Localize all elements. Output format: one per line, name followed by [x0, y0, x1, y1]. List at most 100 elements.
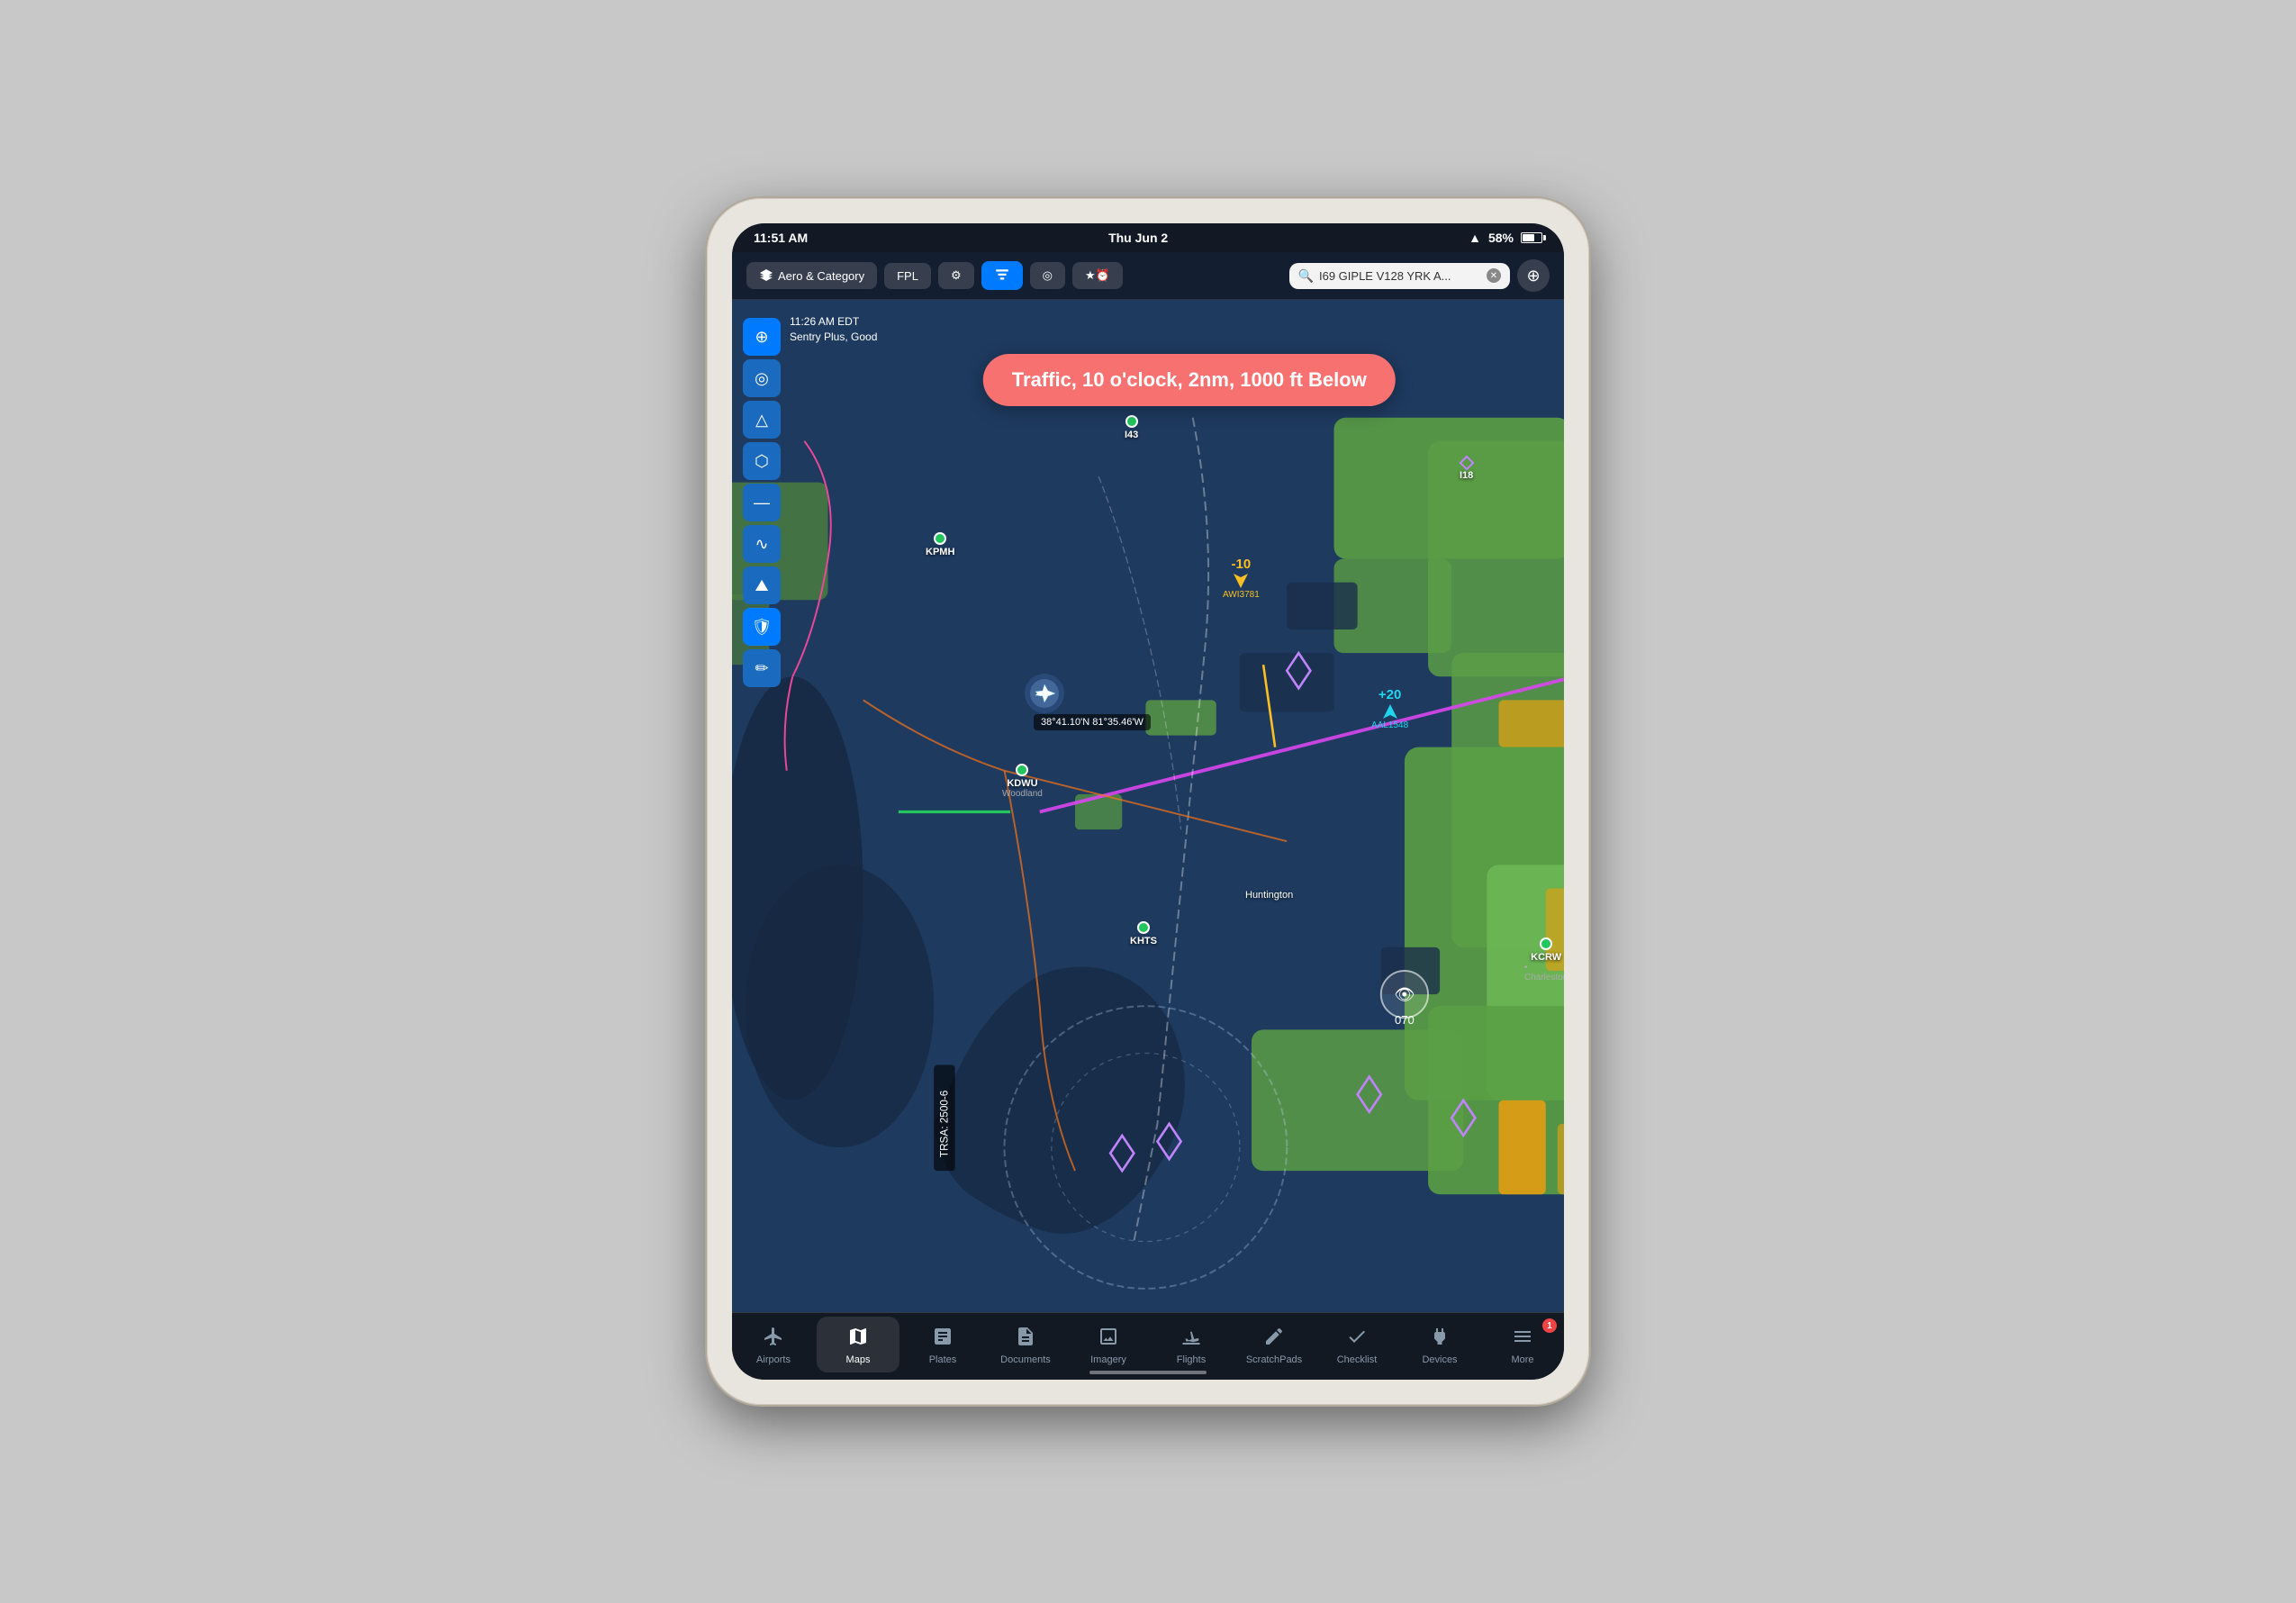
toolbar: Aero & Category FPL ⚙ ◎ ★⏰ 🔍 ✕ — [732, 252, 1564, 300]
more-label: More — [1511, 1354, 1533, 1365]
star-clock-icon: ★⏰ — [1085, 268, 1110, 283]
airports-icon — [763, 1326, 784, 1351]
map-time: 11:26 AM EDT — [790, 314, 877, 330]
settings-button[interactable]: ⚙ — [938, 262, 974, 289]
compass-icon: ⊕ — [1526, 267, 1540, 285]
plates-label: Plates — [929, 1354, 957, 1365]
airport-khts[interactable]: KHTS — [1130, 921, 1157, 946]
tab-checklist[interactable]: Checklist — [1315, 1313, 1398, 1376]
aal1548-alt: +20 — [1371, 687, 1408, 702]
time-button[interactable]: ◎ — [1030, 262, 1065, 289]
favorites-button[interactable]: ★⏰ — [1072, 262, 1123, 289]
imagery-label: Imagery — [1090, 1354, 1126, 1365]
airports-label: Airports — [756, 1354, 791, 1365]
airport-dot-kpmh — [934, 532, 946, 545]
airport-label-kpmh: KPMH — [926, 547, 954, 557]
kdwu-sub: Woodland — [1002, 789, 1043, 799]
airport-label-i43: I43 — [1125, 430, 1138, 440]
tab-more[interactable]: 1 More — [1481, 1313, 1564, 1376]
user-aircraft[interactable] — [1020, 669, 1069, 718]
more-badge: 1 — [1542, 1318, 1557, 1333]
left-sidebar: ⊕ ◎ △ ⬡ — ∿ ⛰ 🛡 ✏ — [743, 318, 781, 687]
tool-pen[interactable]: ✏ — [743, 649, 781, 687]
home-indicator — [1089, 1371, 1207, 1374]
scratchpads-label: ScratchPads — [1246, 1354, 1302, 1365]
airport-label-i18: I18 — [1460, 470, 1473, 481]
traffic-alert-banner: Traffic, 10 o'clock, 2nm, 1000 ft Below — [983, 354, 1396, 406]
kcrw-sub: • Charleston — [1524, 963, 1564, 983]
checklist-label: Checklist — [1337, 1354, 1378, 1365]
airport-kcrw[interactable]: KCRW • Charleston — [1524, 937, 1564, 983]
tab-devices[interactable]: Devices — [1398, 1313, 1481, 1376]
tab-flights[interactable]: Flights — [1150, 1313, 1233, 1376]
search-clear-button[interactable]: ✕ — [1487, 268, 1501, 283]
tool-polygon[interactable]: ⬡ — [743, 442, 781, 480]
search-bar[interactable]: 🔍 ✕ — [1289, 263, 1510, 289]
airport-i18[interactable]: I18 — [1460, 457, 1473, 481]
filter-button[interactable] — [981, 261, 1023, 290]
fpl-button[interactable]: FPL — [884, 263, 931, 289]
flights-icon — [1180, 1326, 1202, 1351]
location-icon: ▲ — [1469, 231, 1481, 245]
status-time: 11:51 AM — [754, 231, 808, 245]
tool-compass[interactable]: ◎ — [743, 359, 781, 397]
tool-dash[interactable]: — — [743, 484, 781, 521]
tool-target[interactable]: ⊕ — [743, 318, 781, 356]
battery-icon — [1521, 232, 1542, 243]
tool-wave[interactable]: ∿ — [743, 525, 781, 563]
tab-plates[interactable]: Plates — [901, 1313, 984, 1376]
status-bar: 11:51 AM Thu Jun 2 ▲ 58% — [732, 223, 1564, 252]
aal1548-callsign: AAL1548 — [1371, 720, 1408, 730]
tab-maps[interactable]: Maps — [817, 1317, 899, 1372]
layers-button[interactable]: Aero & Category — [746, 262, 877, 289]
tab-imagery[interactable]: Imagery — [1067, 1313, 1150, 1376]
tab-documents[interactable]: Documents — [984, 1313, 1067, 1376]
checklist-icon — [1346, 1326, 1368, 1351]
status-date: Thu Jun 2 — [1108, 231, 1168, 245]
awi3781-alt: -10 — [1223, 557, 1260, 572]
maps-label: Maps — [846, 1354, 871, 1365]
airport-dot-i43 — [1125, 415, 1138, 428]
huntington-label: Huntington — [1245, 890, 1293, 901]
airport-kpmh[interactable]: KPMH — [926, 532, 954, 557]
maps-icon — [847, 1326, 869, 1351]
airport-dot-khts — [1137, 921, 1150, 934]
awi3781-callsign: AWI3781 — [1223, 590, 1260, 600]
tab-scratchpads[interactable]: ScratchPads — [1233, 1313, 1315, 1376]
airport-i43[interactable]: I43 — [1125, 415, 1138, 440]
airport-dot-i18 — [1459, 456, 1474, 471]
status-right: ▲ 58% — [1469, 231, 1542, 245]
compass-button[interactable]: ⊕ — [1517, 259, 1550, 292]
airport-label-khts: KHTS — [1130, 936, 1157, 946]
tool-mountain[interactable]: ⛰ — [743, 566, 781, 604]
flights-label: Flights — [1177, 1354, 1206, 1365]
airport-kdwu[interactable]: KDWU Woodland — [1002, 764, 1043, 799]
devices-label: Devices — [1422, 1354, 1457, 1365]
plates-icon — [932, 1326, 954, 1351]
documents-label: Documents — [1000, 1354, 1051, 1365]
tool-triangle[interactable]: △ — [743, 401, 781, 439]
search-input[interactable] — [1319, 269, 1481, 283]
map-info: 11:26 AM EDT Sentry Plus, Good — [790, 314, 877, 345]
clock-icon: ◎ — [1043, 268, 1053, 283]
imagery-icon — [1098, 1326, 1119, 1351]
more-icon — [1512, 1326, 1533, 1351]
traffic-aal1548[interactable]: +20 AAL1548 — [1371, 687, 1408, 730]
battery-percent: 58% — [1488, 231, 1514, 245]
tab-bar: Airports Maps Plates — [732, 1312, 1564, 1380]
ipad-screen: 11:51 AM Thu Jun 2 ▲ 58% Aero & Category… — [732, 223, 1564, 1380]
airport-label-kdwu: KDWU — [1007, 778, 1037, 789]
tab-airports[interactable]: Airports — [732, 1313, 815, 1376]
traffic-awi3781[interactable]: -10 AWI3781 — [1223, 557, 1260, 600]
settings-icon: ⚙ — [951, 268, 962, 283]
map-area[interactable]: 👁 070 TRSA: 2500-6 11:26 AM EDT Sentry P… — [732, 300, 1564, 1312]
map-background — [732, 300, 1564, 1312]
tool-shield[interactable]: 🛡 — [743, 608, 781, 646]
search-icon: 🔍 — [1298, 268, 1314, 284]
devices-icon — [1429, 1326, 1451, 1351]
airport-label-kcrw: KCRW — [1531, 952, 1561, 963]
ipad-frame: 11:51 AM Thu Jun 2 ▲ 58% Aero & Category… — [707, 198, 1589, 1405]
documents-icon — [1015, 1326, 1036, 1351]
airport-dot-kdwu — [1016, 764, 1028, 776]
map-status: Sentry Plus, Good — [790, 330, 877, 345]
